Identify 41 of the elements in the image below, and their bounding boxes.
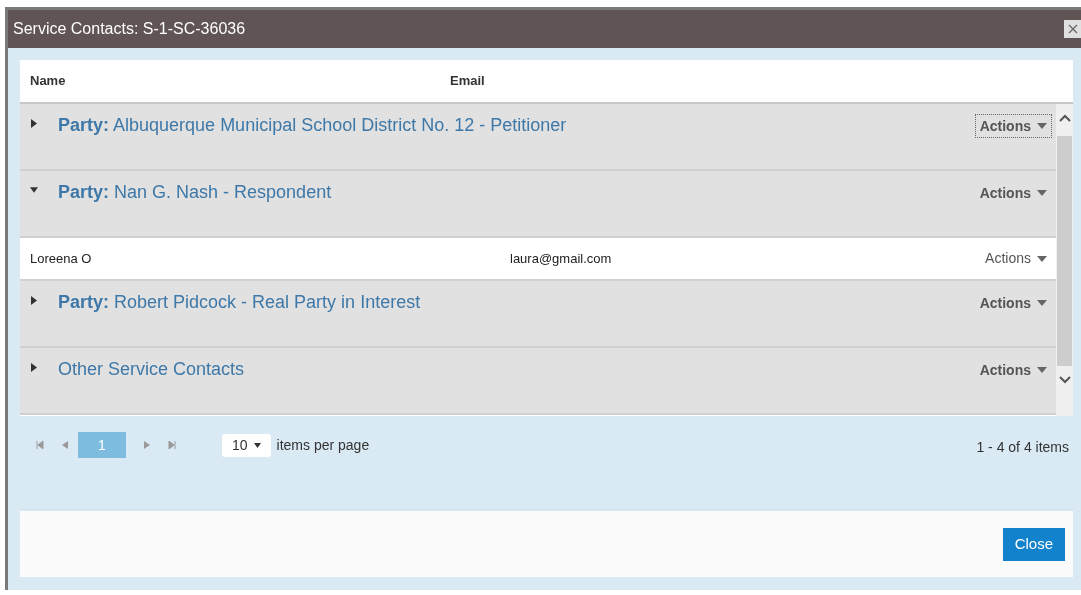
scroll-up-icon[interactable] [1058, 114, 1071, 122]
expand-icon[interactable] [30, 295, 38, 305]
window-title: Service Contacts: S-1-SC-36036 [13, 19, 246, 39]
expand-icon[interactable] [30, 118, 38, 128]
page-size-label: items per page [276, 435, 370, 455]
caret-icon [1037, 190, 1047, 196]
scrollbar-thumb[interactable] [1057, 136, 1072, 366]
collapse-icon[interactable] [30, 185, 38, 195]
actions-button[interactable]: Actions [974, 358, 1052, 382]
group-label: Party: Nan G. Nash - Respondent [58, 181, 332, 204]
actions-button[interactable]: Actions [974, 114, 1052, 138]
close-icon[interactable] [1064, 20, 1081, 38]
group-row[interactable]: Party: Nan G. Nash - Respondent Actions [20, 171, 1056, 238]
caret-icon [1037, 367, 1047, 373]
group-label: Other Service Contacts [58, 358, 245, 381]
previous-page-icon[interactable] [62, 441, 68, 449]
group-label: Party: Robert Pidcock - Real Party in Interest [58, 291, 421, 314]
page-size-dropdown[interactable]: 10 [222, 433, 271, 457]
scrollbar[interactable] [1056, 104, 1073, 416]
actions-button[interactable]: Actions [974, 291, 1052, 315]
pager-summary: 1 - 4 of 4 items [976, 438, 1069, 457]
column-header: Name [30, 72, 67, 91]
first-page-icon[interactable] [36, 441, 44, 449]
last-page-icon[interactable] [168, 441, 176, 449]
next-page-icon[interactable] [144, 441, 150, 449]
scroll-down-icon[interactable] [1058, 376, 1071, 384]
caret-icon [253, 442, 261, 448]
column-header: Email [450, 72, 485, 91]
caret-icon [1037, 123, 1047, 129]
group-row[interactable]: Other Service Contacts Actions [20, 348, 1056, 415]
actions-button[interactable]: Actions [980, 246, 1052, 271]
group-label: Party: Albuquerque Municipal School District No. 12 - Petitioner [58, 114, 567, 137]
contact-email: laura@gmail.com [510, 249, 612, 268]
group-row[interactable]: Party: Robert Pidcock - Real Party in Interest Actions [20, 281, 1056, 348]
expand-icon[interactable] [30, 362, 38, 372]
contact-name: Loreena O [30, 249, 93, 268]
actions-button[interactable]: Actions [974, 181, 1052, 205]
caret-icon [1037, 300, 1047, 306]
group-row[interactable]: Party: Albuquerque Municipal School District No. 12 - Petitioner Actions [20, 104, 1056, 171]
close-button[interactable]: Close [1002, 527, 1065, 561]
caret-icon [1037, 255, 1047, 262]
